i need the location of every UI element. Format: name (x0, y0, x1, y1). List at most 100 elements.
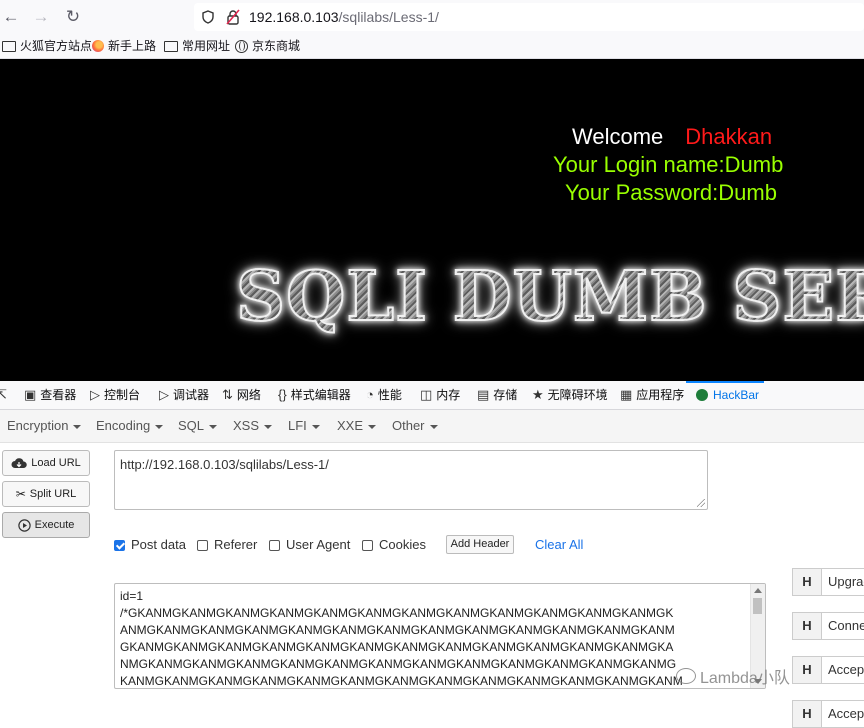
bookmark-jd-mall[interactable]: 京东商城 (235, 38, 300, 54)
forward-arrow-icon[interactable]: → (30, 6, 52, 28)
header-row[interactable]: H Accept (792, 656, 864, 684)
tab-label: 网络 (236, 388, 261, 402)
execute-button[interactable]: Execute (2, 512, 90, 538)
bookmark-getting-started[interactable]: 新手上路 (92, 38, 156, 54)
tab-performance[interactable]: ◔ 性能 (366, 386, 402, 404)
devtools-tabbar: ⇱ ▣ 查看器 ▷ 控制台 ▷ 调试器 ⇅ 网络 {} 样式编辑器 ◔ 性能 ◫ 内存 ▤ 存储… (0, 381, 864, 410)
option-label: Referer (214, 537, 258, 552)
caret-down-icon (209, 424, 218, 429)
header-row[interactable]: H Accept (792, 700, 864, 728)
menu-lfi[interactable]: LFI (288, 418, 320, 433)
scroll-up-icon[interactable] (754, 588, 762, 593)
header-name[interactable]: Upgrade (822, 568, 864, 596)
tab-application[interactable]: ▦ 应用程序 (620, 386, 684, 404)
back-arrow-icon[interactable]: ← (0, 6, 22, 28)
address-bar[interactable]: 192.168.0.103/sqlilabs/Less-1/ (194, 3, 864, 31)
post-line: KANMGKANMGKANMGKANMGKANMGKANMGKANMGKANMG… (120, 674, 683, 688)
menu-label: Encryption (7, 418, 69, 433)
watermark-text: Lambda小队 (700, 670, 790, 687)
bookmark-common-sites[interactable]: 常用网址 (164, 38, 230, 54)
pick-element-icon[interactable]: ⇱ (0, 386, 11, 404)
welcome-label: Welcome (572, 124, 664, 149)
bookmark-label: 新手上路 (108, 39, 157, 53)
load-url-button[interactable]: Load URL (2, 450, 90, 476)
bookmarks-bar: 火狐官方站点 新手上路 常用网址 京东商城 (0, 34, 864, 59)
caret-down-icon (311, 424, 320, 429)
post-data-option[interactable]: Post data (114, 537, 186, 553)
hackbar-menu: Encryption Encoding SQL XSS LFI XXE Othe… (0, 410, 864, 443)
header-toggle[interactable]: H (792, 656, 822, 684)
scroll-thumb[interactable] (753, 598, 762, 614)
menu-sql[interactable]: SQL (178, 418, 218, 433)
header-toggle[interactable]: H (792, 568, 822, 596)
bookmark-label: 火狐官方站点 (20, 39, 93, 53)
post-data-textarea[interactable]: id=1 /*GKANMGKANMGKANMGKANMGKANMGKANMGKAN… (114, 583, 766, 689)
header-toggle[interactable]: H (792, 700, 822, 728)
post-line: id=1 (120, 589, 144, 603)
split-url-button[interactable]: ✂ Split URL (2, 481, 90, 507)
menu-xss[interactable]: XSS (233, 418, 273, 433)
tab-label: 控制台 (104, 388, 141, 402)
bookmark-label: 常用网址 (182, 39, 231, 53)
menu-encryption[interactable]: Encryption (7, 418, 82, 433)
url-textarea[interactable]: http://192.168.0.103/sqlilabs/Less-1/ (114, 450, 708, 510)
tab-storage[interactable]: ▤ 存储 (477, 386, 517, 404)
menu-label: XSS (233, 418, 260, 433)
tab-inspector[interactable]: ▣ 查看器 (24, 386, 76, 404)
option-label: Post data (131, 537, 186, 552)
post-data-checkbox[interactable] (114, 539, 125, 551)
tab-network[interactable]: ⇅ 网络 (222, 386, 261, 404)
browser-toolbar: ← → ↻ 192.168.0.103/sqlilabs/Less-1/ (0, 0, 864, 34)
cookies-checkbox[interactable] (362, 539, 373, 551)
caret-down-icon (155, 424, 164, 429)
url-path: /sqlilabs/Less-1/ (338, 9, 439, 25)
add-header-button[interactable]: Add Header (446, 535, 514, 554)
reload-icon[interactable]: ↻ (62, 6, 84, 28)
header-name[interactable]: Connection (822, 612, 864, 640)
resize-handle[interactable] (697, 499, 705, 507)
gauge-icon: ◔ (366, 387, 374, 402)
caret-down-icon (429, 424, 438, 429)
tab-label: 无障碍环境 (547, 388, 608, 402)
menu-other[interactable]: Other (392, 418, 438, 433)
tab-debugger[interactable]: ▷ 调试器 (159, 386, 209, 404)
bookmark-firefox-official[interactable]: 火狐官方站点 (2, 38, 92, 54)
header-name[interactable]: Accept (822, 656, 864, 684)
tab-label: 样式编辑器 (290, 388, 351, 402)
play-icon (17, 518, 31, 532)
tab-memory[interactable]: ◫ 内存 (420, 386, 460, 404)
header-name[interactable]: Accept (822, 700, 864, 728)
menu-xxe[interactable]: XXE (337, 418, 377, 433)
tab-label: 内存 (436, 388, 461, 402)
header-row[interactable]: H Upgrade (792, 568, 864, 596)
shield-icon[interactable] (202, 10, 214, 24)
tab-console[interactable]: ▷ 控制台 (90, 386, 140, 404)
header-toggle[interactable]: H (792, 612, 822, 640)
tab-label: 存储 (493, 388, 518, 402)
url-host: 192.168.0.103 (249, 9, 339, 25)
user-agent-checkbox[interactable] (269, 539, 280, 551)
cookies-option[interactable]: Cookies (362, 537, 426, 553)
insecure-lock-icon[interactable] (226, 9, 240, 25)
tab-label: HackBar (713, 388, 760, 402)
header-row[interactable]: H Connection (792, 612, 864, 640)
clear-all-link[interactable]: Clear All (535, 537, 583, 552)
url-text[interactable]: 192.168.0.103/sqlilabs/Less-1/ (249, 8, 439, 26)
wechat-icon (676, 668, 696, 684)
tab-label: 调试器 (173, 388, 210, 402)
console-icon: ▷ (90, 387, 100, 402)
storage-icon: ▤ (477, 387, 490, 402)
referer-checkbox[interactable] (197, 539, 208, 551)
tab-accessibility[interactable]: ★ 无障碍环境 (532, 386, 608, 404)
user-agent-option[interactable]: User Agent (269, 537, 350, 553)
tab-style-editor[interactable]: {} 样式编辑器 (278, 386, 351, 404)
caret-down-icon (264, 424, 273, 429)
referer-option[interactable]: Referer (197, 537, 257, 553)
hackbar-icon (696, 389, 708, 401)
url-value: http://192.168.0.103/sqlilabs/Less-1/ (120, 457, 329, 472)
menu-label: SQL (178, 418, 205, 433)
sqli-banner: SQLI DUMB SERIES (235, 258, 864, 336)
menu-encoding[interactable]: Encoding (96, 418, 164, 433)
tab-hackbar[interactable]: HackBar (696, 386, 759, 404)
debugger-icon: ▷ (159, 387, 169, 402)
